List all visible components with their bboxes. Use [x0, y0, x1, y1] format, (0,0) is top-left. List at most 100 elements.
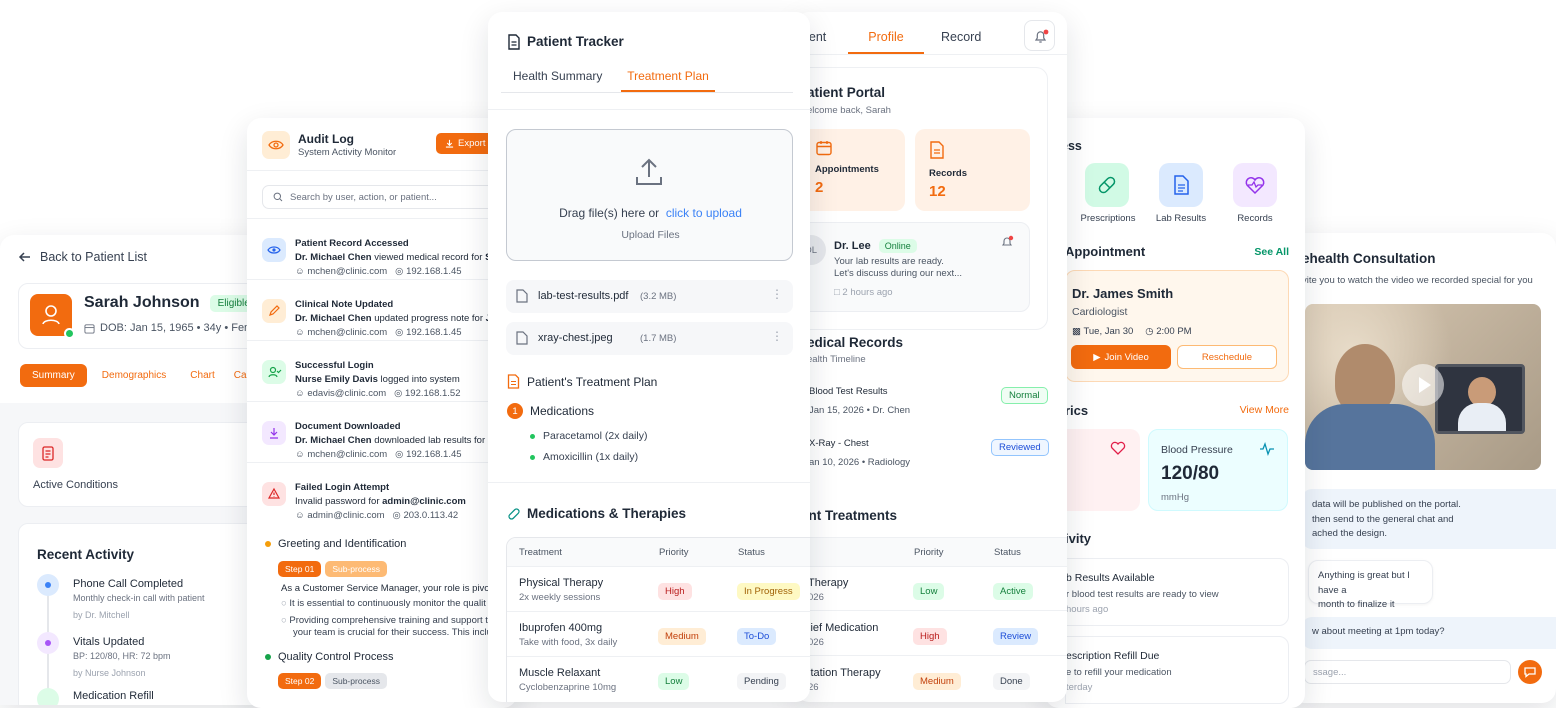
play-icon[interactable] — [1402, 364, 1444, 406]
quick-item-label: Lab Results — [1155, 213, 1207, 224]
document-icon[interactable] — [1159, 163, 1203, 207]
records-stat[interactable]: Records 12 — [915, 129, 1030, 211]
entry-action: updated progress note for — [371, 313, 486, 324]
user-icon: ☺ — [295, 388, 305, 399]
record-meta: an 10, 2026 • Radiology — [809, 457, 911, 468]
heart-rate-card[interactable] — [1065, 429, 1140, 511]
activity-item[interactable]: escription Refill Due e to refill your m… — [1065, 636, 1289, 704]
entry-title: Successful Login — [295, 360, 374, 371]
status-badge: Pending — [737, 673, 786, 690]
record-badge: Reviewed — [991, 439, 1049, 456]
file-name: xray-chest.jpeg — [538, 332, 613, 344]
treatment-name: lief Medication — [808, 622, 879, 634]
message-input[interactable]: ssage... — [1304, 660, 1511, 684]
clock-icon: ◷ — [1145, 326, 1154, 337]
chat-icon — [1524, 667, 1536, 678]
pill-icon[interactable] — [1085, 163, 1129, 207]
audit-entry[interactable]: Patient Record Accessed Dr. Michael Chen… — [247, 218, 517, 279]
treatment-table: Treatment Priority Status Physical Thera… — [506, 537, 810, 702]
globe-icon: ◎ — [394, 388, 403, 399]
view-more-link[interactable]: View More — [1240, 404, 1289, 416]
see-all-link[interactable]: See All — [1254, 246, 1289, 258]
doctor-specialty: Cardiologist — [1072, 306, 1128, 318]
table-header: Priority — [659, 547, 689, 558]
appointment-date: Tue, Jan 30 — [1083, 326, 1134, 337]
quick-item-label: Prescriptions — [1080, 213, 1136, 224]
tab-record[interactable]: Record — [941, 30, 981, 44]
reschedule-button[interactable]: Reschedule — [1177, 345, 1277, 369]
entry-ip: 203.0.113.42 — [403, 510, 459, 521]
activity-item-time: terday — [1066, 682, 1093, 693]
user-icon: ☺ — [295, 510, 305, 521]
tab-treatment-plan[interactable]: Treatment Plan — [621, 62, 715, 92]
heart-pulse-icon[interactable] — [1233, 163, 1277, 207]
subprocess-badge: Sub-process — [325, 561, 388, 577]
tab-health-summary[interactable]: Health Summary — [513, 69, 602, 83]
more-icon[interactable]: ⋮ — [771, 287, 783, 301]
priority-badge: Low — [658, 673, 690, 690]
stat-label: Records — [929, 168, 968, 179]
file-item[interactable]: lab-test-results.pdf (3.2 MB) ⋮ — [506, 280, 793, 313]
active-conditions-card[interactable]: Active Conditions — [18, 422, 258, 507]
notification-button[interactable] — [1024, 20, 1055, 51]
stat-label: Appointments — [815, 164, 879, 175]
calendar-icon: ▩ — [1072, 326, 1081, 337]
audit-subtitle: System Activity Monitor — [298, 147, 397, 158]
laptop-screen — [1435, 364, 1525, 434]
calendar-icon — [84, 323, 95, 334]
stat-value: 2 — [815, 179, 824, 196]
treatment-name: itation Therapy — [808, 667, 881, 679]
recent-activity-title: Recent Activity — [37, 547, 135, 562]
video-thumbnail[interactable] — [1305, 304, 1541, 470]
status-dot — [530, 433, 535, 439]
blood-pressure-card[interactable]: Blood Pressure 120/80 mmHg — [1148, 429, 1288, 511]
status-badge: Review — [993, 628, 1039, 645]
appointments-stat[interactable]: Appointments 2 — [805, 129, 905, 211]
treatment-sub: 026 — [808, 637, 824, 648]
back-label: Back to Patient List — [40, 250, 148, 264]
download-icon — [445, 139, 454, 148]
tab-summary[interactable]: Summary — [20, 364, 87, 387]
treatment-sub: 2x weekly sessions — [519, 592, 601, 603]
table-header: Status — [994, 547, 1021, 558]
stat-value: 12 — [929, 183, 946, 200]
entry-action: downloaded lab results for — [371, 435, 488, 446]
activity-title: ivity — [1065, 531, 1092, 546]
send-button[interactable] — [1518, 660, 1542, 684]
treatment-sub: Cyclobenzaprine 10mg — [519, 682, 617, 693]
search-input[interactable]: Search by user, action, or patient... — [262, 185, 517, 209]
tab-chart[interactable]: Chart — [181, 364, 223, 387]
edit-icon — [262, 299, 286, 323]
file-icon — [516, 289, 528, 308]
bell-icon[interactable] — [1000, 235, 1014, 254]
export-label: Export — [458, 138, 486, 149]
join-video-button[interactable]: ▶ Join Video — [1071, 345, 1171, 369]
audit-entry[interactable]: Failed Login Attempt Invalid password fo… — [247, 462, 517, 523]
activity-item[interactable]: b Results Available r blood test results… — [1065, 558, 1289, 626]
entry-ip: 192.168.1.45 — [406, 449, 462, 460]
activity-by: by Dr. Mitchell — [73, 610, 130, 620]
subprocess-badge: Sub-process — [325, 673, 388, 689]
tab-profile[interactable]: Profile — [848, 12, 924, 54]
patient-portal-panel: tment Profile Record atient Portal elcom… — [795, 12, 1067, 702]
priority-badge: Medium — [658, 628, 706, 645]
upload-link[interactable]: click to upload — [666, 206, 742, 220]
tab-demographics[interactable]: Demographics — [93, 364, 175, 387]
records-title: edical Records — [807, 335, 904, 350]
audit-entry[interactable]: Clinical Note Updated Dr. Michael Chen u… — [247, 279, 517, 340]
file-item[interactable]: xray-chest.jpeg (1.7 MB) ⋮ — [506, 322, 793, 355]
entry-actor: Dr. Michael Chen — [295, 252, 372, 263]
back-link[interactable]: Back to Patient List — [18, 250, 147, 264]
tracker-title: Patient Tracker — [527, 34, 624, 49]
audit-entry[interactable]: Successful Login Nurse Emily Davis logge… — [247, 340, 517, 401]
workflow-title: Greeting and Identification — [278, 538, 407, 550]
more-icon[interactable]: ⋮ — [771, 329, 783, 343]
upload-dropzone[interactable]: Drag file(s) here or click to upload Upl… — [506, 129, 793, 261]
entry-actor: Nurse Emily Davis — [295, 374, 378, 385]
chat-line: ached the design. — [1312, 528, 1388, 539]
audit-entry[interactable]: Document Downloaded Dr. Michael Chen dow… — [247, 401, 517, 462]
message-card[interactable]: DL Dr. Lee Online Your lab results are r… — [795, 222, 1030, 312]
telehealth-panel: ehealth Consultation vite you to watch t… — [1290, 233, 1556, 703]
activity-item-title: escription Refill Due — [1066, 650, 1160, 662]
consult-title: ehealth Consultation — [1302, 251, 1436, 266]
